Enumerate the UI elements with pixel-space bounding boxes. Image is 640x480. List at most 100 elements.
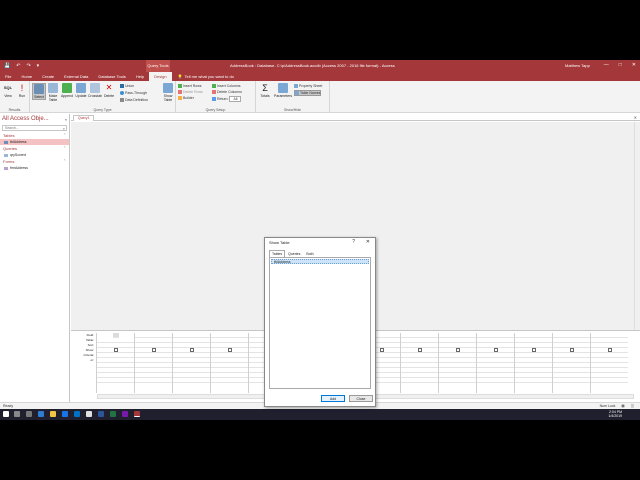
grid-cell[interactable] bbox=[553, 378, 590, 383]
tab-file[interactable]: File bbox=[0, 72, 16, 81]
grid-column[interactable] bbox=[438, 333, 476, 393]
delete-query-button[interactable]: ✕ Delete bbox=[102, 83, 116, 98]
show-checkbox[interactable] bbox=[228, 348, 232, 352]
show-checkbox[interactable] bbox=[532, 348, 536, 352]
sql-view-shortcut-icon[interactable]: ▦ bbox=[621, 404, 624, 408]
show-checkbox[interactable] bbox=[114, 348, 118, 352]
nav-section-forms[interactable]: Forms ⌃ bbox=[0, 158, 69, 165]
grid-cell[interactable] bbox=[439, 378, 476, 383]
tab-design[interactable]: Design bbox=[149, 72, 172, 81]
show-checkbox[interactable] bbox=[418, 348, 422, 352]
minimize-icon[interactable]: — bbox=[604, 62, 609, 68]
property-sheet-button[interactable]: Property Sheet bbox=[294, 84, 322, 88]
dialog-close-icon[interactable]: ✕ bbox=[366, 239, 370, 245]
crosstab-button[interactable]: Crosstab bbox=[88, 83, 102, 98]
select-query-button[interactable]: Select bbox=[32, 83, 46, 100]
grid-cell[interactable] bbox=[211, 378, 248, 383]
grid-column[interactable] bbox=[134, 333, 172, 393]
tab-home[interactable]: Home bbox=[16, 72, 37, 81]
nav-item-frmaddress[interactable]: frmAddress bbox=[0, 165, 69, 171]
tab-create[interactable]: Create bbox=[37, 72, 59, 81]
onenote-icon[interactable] bbox=[122, 411, 128, 417]
union-button[interactable]: Union bbox=[120, 84, 134, 88]
taskbar-clock[interactable]: 2:04 PM 1/4/2019 bbox=[608, 410, 622, 418]
data-definition-button[interactable]: Data Definition bbox=[120, 98, 148, 102]
show-checkbox[interactable] bbox=[456, 348, 460, 352]
tab-external-data[interactable]: External Data bbox=[59, 72, 93, 81]
pass-through-button[interactable]: Pass-Through bbox=[120, 91, 147, 95]
chevron-left-icon[interactable]: « bbox=[65, 117, 67, 122]
run-button[interactable]: ! Run bbox=[15, 83, 29, 98]
totals-button[interactable]: Σ Totals bbox=[258, 83, 272, 98]
nav-section-queries[interactable]: Queries ⌃ bbox=[0, 145, 69, 152]
nav-section-tables[interactable]: Tables ⌃ bbox=[0, 132, 69, 139]
close-button[interactable]: Close bbox=[349, 395, 373, 402]
word-icon[interactable] bbox=[98, 411, 104, 417]
close-icon[interactable]: ✕ bbox=[632, 62, 636, 68]
show-checkbox[interactable] bbox=[152, 348, 156, 352]
redo-icon[interactable]: ↷ bbox=[26, 63, 30, 69]
grid-column[interactable] bbox=[552, 333, 590, 393]
maximize-icon[interactable]: □ bbox=[619, 62, 622, 68]
grid-column[interactable] bbox=[590, 333, 628, 393]
close-document-icon[interactable]: ✕ bbox=[634, 115, 637, 120]
ribbon: SQL View ! Run Results Select Make Table… bbox=[0, 81, 640, 113]
grid-column[interactable] bbox=[514, 333, 552, 393]
help-icon[interactable]: ? bbox=[352, 239, 355, 245]
show-checkbox[interactable] bbox=[608, 348, 612, 352]
save-icon[interactable]: 💾 bbox=[4, 63, 10, 69]
append-button[interactable]: Append bbox=[60, 83, 74, 98]
list-item-tbladdress[interactable]: tblAddress bbox=[271, 259, 369, 264]
grid-cell[interactable] bbox=[97, 378, 134, 383]
user-name[interactable]: Matthew Tapp bbox=[565, 63, 590, 68]
show-checkbox[interactable] bbox=[380, 348, 384, 352]
excel-icon[interactable] bbox=[110, 411, 116, 417]
grid-cell[interactable] bbox=[135, 378, 172, 383]
grid-column[interactable] bbox=[476, 333, 514, 393]
search-taskbar-icon[interactable] bbox=[14, 411, 20, 417]
table-names-button[interactable]: Table Names bbox=[294, 90, 322, 96]
design-view-shortcut-icon[interactable]: ◫ bbox=[631, 404, 634, 408]
delete-rows-button[interactable]: Delete Rows bbox=[178, 90, 203, 94]
grid-cell[interactable] bbox=[591, 378, 628, 383]
tell-me-box[interactable]: 💡 Tell me what you want to do bbox=[178, 74, 234, 79]
show-checkbox[interactable] bbox=[190, 348, 194, 352]
insert-rows-button[interactable]: Insert Rows bbox=[178, 84, 201, 88]
undo-icon[interactable]: ↶ bbox=[16, 63, 20, 69]
grid-column[interactable] bbox=[172, 333, 210, 393]
table-list: tblAddress I bbox=[269, 257, 371, 401]
view-button[interactable]: SQL View bbox=[1, 83, 15, 98]
windows-start-icon[interactable] bbox=[3, 411, 9, 417]
show-checkbox[interactable] bbox=[494, 348, 498, 352]
delete-columns-button[interactable]: Delete Columns bbox=[212, 90, 242, 94]
customize-qat-icon[interactable]: ▾ bbox=[37, 63, 40, 69]
document-tab-query1[interactable]: Query1 bbox=[73, 115, 95, 121]
tab-help[interactable]: Help bbox=[131, 72, 149, 81]
parameters-button[interactable]: Parameters bbox=[274, 83, 292, 98]
mail-icon[interactable] bbox=[74, 411, 80, 417]
insert-columns-button[interactable]: Insert Columns bbox=[212, 84, 241, 88]
add-button[interactable]: Add bbox=[321, 395, 345, 402]
grid-cell[interactable] bbox=[515, 378, 552, 383]
grid-column[interactable] bbox=[400, 333, 438, 393]
edge-icon[interactable] bbox=[38, 411, 44, 417]
grid-cell[interactable] bbox=[401, 378, 438, 383]
show-table-button[interactable]: Show Table bbox=[161, 83, 175, 102]
nav-pane-title[interactable]: All Access Obje... « bbox=[0, 114, 69, 124]
make-table-button[interactable]: Make Table bbox=[46, 83, 60, 102]
nav-search-input[interactable]: Search... ⌕ bbox=[2, 125, 67, 131]
grid-column[interactable] bbox=[96, 333, 134, 393]
grid-cell[interactable] bbox=[477, 378, 514, 383]
task-view-icon[interactable] bbox=[26, 411, 32, 417]
tab-database-tools[interactable]: Database Tools bbox=[93, 72, 131, 81]
access-taskbar-icon[interactable] bbox=[134, 411, 140, 417]
file-explorer-icon[interactable] bbox=[50, 411, 56, 417]
paint-icon[interactable] bbox=[86, 411, 92, 417]
grid-column[interactable] bbox=[210, 333, 248, 393]
show-checkbox[interactable] bbox=[570, 348, 574, 352]
grid-cell[interactable] bbox=[173, 378, 210, 383]
update-button[interactable]: Update bbox=[74, 83, 88, 98]
return-select[interactable]: All bbox=[229, 96, 242, 102]
store-icon[interactable] bbox=[62, 411, 68, 417]
builder-button[interactable]: Builder bbox=[178, 96, 194, 100]
